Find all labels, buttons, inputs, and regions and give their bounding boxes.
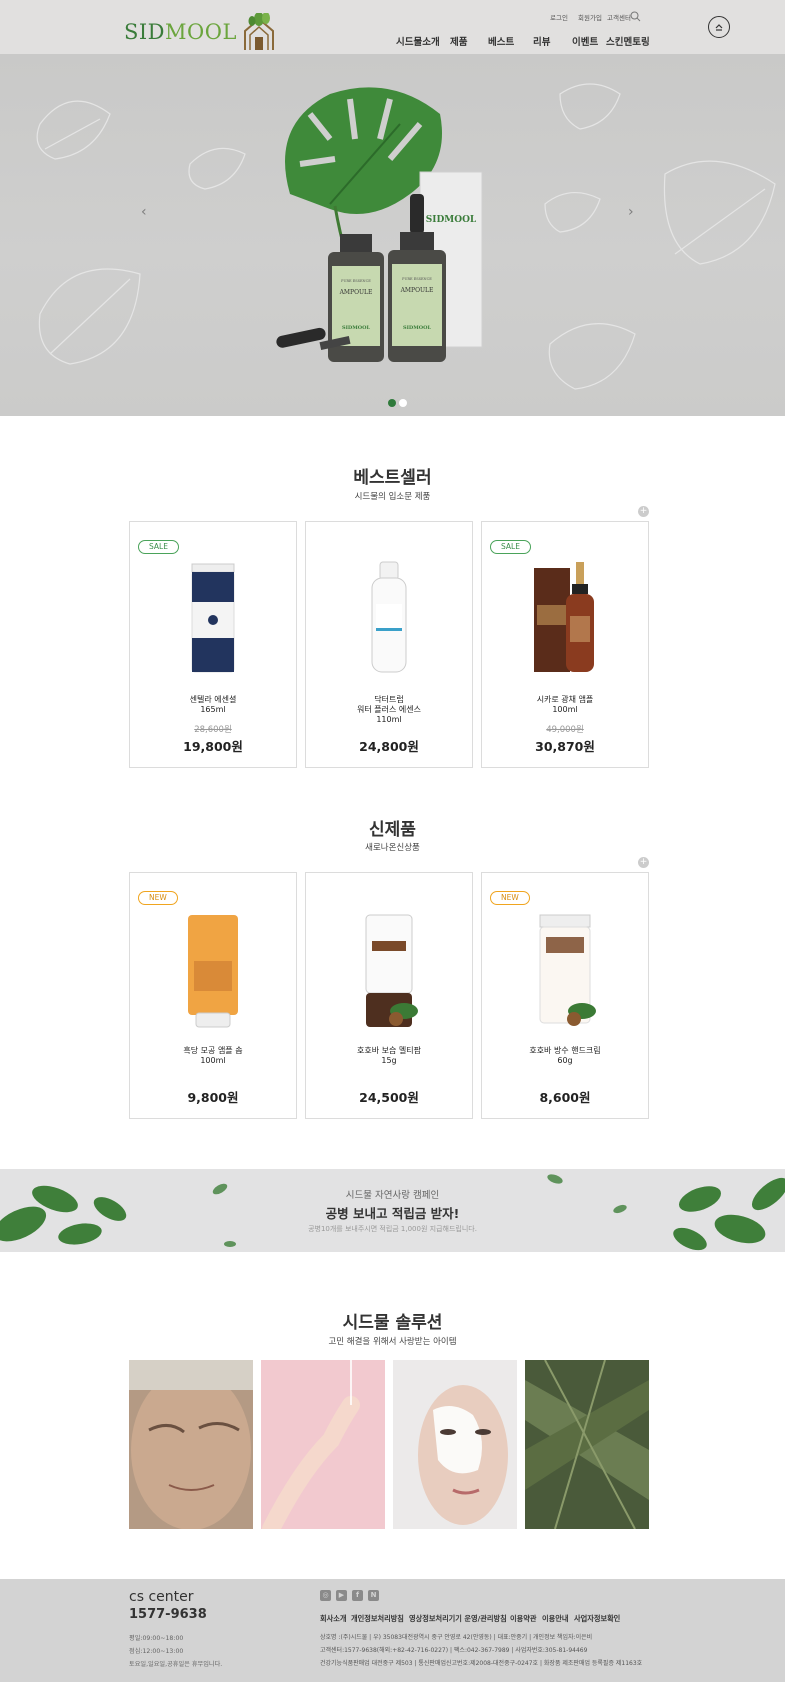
product-card[interactable]: 닥터트럽 워터 플러스 에센스 110ml 24,800원 [305, 521, 473, 768]
newitems-subtitle: 새로나온신상품 [365, 843, 420, 853]
footer-link-company[interactable]: 회사소개 [320, 1614, 346, 1624]
bestseller-subtitle: 시드물의 입소문 제품 [354, 492, 431, 502]
product-old-price: 49,000원 [546, 725, 584, 735]
sale-badge: SALE [138, 540, 179, 554]
product-image [188, 915, 238, 1028]
menu-toggle-button[interactable] [708, 16, 730, 38]
product-price: 24,500원 [359, 1090, 419, 1105]
bottle-label-top: PURE ESSENCE [341, 279, 371, 283]
hero-dot-2[interactable] [399, 399, 407, 407]
bottle-label-top-2: PURE ESSENCE [402, 277, 432, 281]
product-card[interactable]: SALE 센텔라 에센셜 165ml 28,600원 19,800원 [129, 521, 297, 768]
solution-tile-aging[interactable] [129, 1360, 253, 1529]
instagram-icon[interactable]: ◎ [320, 1590, 331, 1601]
product-image [534, 562, 594, 672]
product-image [191, 563, 235, 673]
product-card[interactable]: NEW 흑당 모공 앰플 솝 100ml 9,800원 [129, 872, 297, 1119]
hero-illustration: SIDMOOL PURE ESSENCE AMPOULE SIDMOOL PUR… [36, 83, 776, 390]
sale-badge: SALE [490, 540, 531, 554]
product-price: 19,800원 [183, 739, 243, 754]
product-card[interactable]: NEW 호호바 방수 핸드크림 60g 8,600원 [481, 872, 649, 1119]
solution-tile-mask[interactable] [393, 1360, 517, 1529]
youtube-icon[interactable]: ▶ [336, 1590, 347, 1601]
green-leaf-photo [525, 1360, 649, 1529]
header: SIDMOOL 로그인 회원가입 고객센터 시드물소개 제품 베스트 리뷰 이벤… [0, 0, 785, 54]
product-price: 9,800원 [187, 1090, 239, 1105]
product-image [365, 914, 418, 1027]
newitems-title: 신제품 [369, 820, 416, 840]
nav-review[interactable]: 리뷰 [533, 34, 550, 48]
hero-banner: SIDMOOL PURE ESSENCE AMPOULE SIDMOOL PUR… [0, 54, 785, 416]
logo[interactable]: SIDMOOL [124, 12, 277, 52]
product-name: 호호바 방수 핸드크림 60g [529, 1046, 601, 1065]
campaign-banner[interactable]: 시드물 자연사랑 캠페인 공병 보내고 적립금 받자! 공병10개를 보내주시면… [0, 1169, 785, 1252]
hand-cream-photo [261, 1360, 385, 1529]
footer-link-terms[interactable]: 이용약관 [510, 1614, 536, 1624]
logo-house-icon [243, 13, 274, 50]
blog-icon[interactable]: N [368, 1590, 379, 1601]
facebook-icon[interactable]: f [352, 1590, 363, 1601]
product-price: 24,800원 [359, 739, 419, 754]
newitems-more-icon[interactable]: + [638, 857, 649, 868]
search-icon[interactable] [630, 11, 641, 22]
aging-skin-photo [129, 1360, 253, 1529]
face-mask-photo [393, 1360, 517, 1529]
campaign-label: 시드물 자연사랑 캠페인 [345, 1190, 440, 1201]
signup-link[interactable]: 회원가입 [578, 12, 602, 22]
product-image [371, 561, 407, 673]
campaign-headline: 공병 보내고 적립금 받자! [325, 1206, 460, 1221]
customer-center-link[interactable]: 고객센터 [607, 12, 631, 22]
product-price: 8,600원 [539, 1090, 591, 1105]
bestseller-more-icon[interactable]: + [638, 506, 649, 517]
hero-prev-arrow[interactable]: ‹ [141, 204, 147, 220]
bestseller-title: 베스트셀러 [353, 468, 432, 488]
login-link[interactable]: 로그인 [550, 12, 568, 22]
product-name: 닥터트럽 워터 플러스 에센스 110ml [357, 695, 421, 724]
footer-link-business[interactable]: 사업자정보확인 [574, 1614, 620, 1624]
solution-tile-leaf[interactable] [525, 1360, 649, 1529]
footer-license-info: 건강기능식품판매업 대전중구 제503 | 통신판매업신고번호:제2008-대전… [320, 1660, 643, 1667]
bottle-label: AMPOULE [339, 289, 373, 296]
footer-link-guide[interactable]: 이용안내 [542, 1614, 568, 1624]
footer-company-info: 상호명 :(주)시드물 | 우) 35083대전광역시 중구 안영로 42(안영… [320, 1634, 593, 1641]
footer-link-privacy[interactable]: 개인정보처리방침 [351, 1614, 404, 1624]
arrow-up-icon [715, 24, 723, 31]
hero-next-arrow[interactable]: › [628, 204, 634, 220]
bottle-brand-2: SIDMOOL [403, 325, 432, 331]
cs-hours-lunch: 점심:12:00~13:00 [129, 1648, 184, 1655]
nav-best[interactable]: 베스트 [488, 34, 514, 48]
product-name: 흑당 모공 앰플 솝 100ml [183, 1046, 243, 1065]
product-card[interactable]: 호호바 보습 멜티팜 15g 24,500원 [305, 872, 473, 1119]
product-name: 센텔라 에센셜 165ml [189, 695, 237, 714]
hero-pagination [388, 399, 407, 407]
cs-phone-number: 1577-9638 [129, 1607, 207, 1622]
nav-about[interactable]: 시드물소개 [396, 34, 440, 48]
new-badge: NEW [490, 891, 530, 905]
box-brand-text: SIDMOOL [426, 215, 477, 225]
solution-subtitle: 고민 해결을 위해서 사랑받는 아이템 [328, 1337, 457, 1347]
nav-products[interactable]: 제품 [450, 34, 467, 48]
product-name: 시카로 광채 앰플 100ml [536, 695, 594, 714]
campaign-description: 공병10개를 보내주시면 적립금 1,000원 지급해드립니다. [308, 1225, 477, 1233]
product-card[interactable]: SALE 시카로 광채 앰플 100ml 49,000원 30,870원 [481, 521, 649, 768]
nav-event[interactable]: 이벤트 [572, 34, 598, 48]
product-old-price: 28,600원 [194, 725, 232, 735]
solution-title: 시드물 솔루션 [342, 1313, 443, 1333]
new-badge: NEW [138, 891, 178, 905]
footer: cs center 1577-9638 평일:09:00~18:00 점심:12… [0, 1579, 785, 1682]
nav-skin-mentoring[interactable]: 스킨멘토링 [606, 34, 650, 48]
product-image [539, 914, 596, 1026]
solution-tile-hand[interactable] [261, 1360, 385, 1529]
bottle-brand: SIDMOOL [342, 325, 371, 331]
bottle-label-2: AMPOULE [400, 287, 434, 294]
hero-dot-1[interactable] [388, 399, 396, 407]
cs-center-title: cs center [129, 1589, 194, 1605]
cs-hours-holiday: 토요일,일요일,공휴일은 휴무입니다. [129, 1661, 223, 1668]
logo-text: SIDMOOL [124, 20, 237, 44]
footer-contact-info: 고객센터:1577-9638(해외:+82-42-716-0227) | 팩스:… [320, 1647, 588, 1654]
product-price: 30,870원 [535, 739, 595, 754]
product-name: 호호바 보습 멜티팜 15g [357, 1046, 421, 1065]
cs-hours-weekday: 평일:09:00~18:00 [129, 1635, 184, 1642]
footer-link-cctv[interactable]: 영상정보처리기기 운영/관리방침 [409, 1614, 507, 1624]
